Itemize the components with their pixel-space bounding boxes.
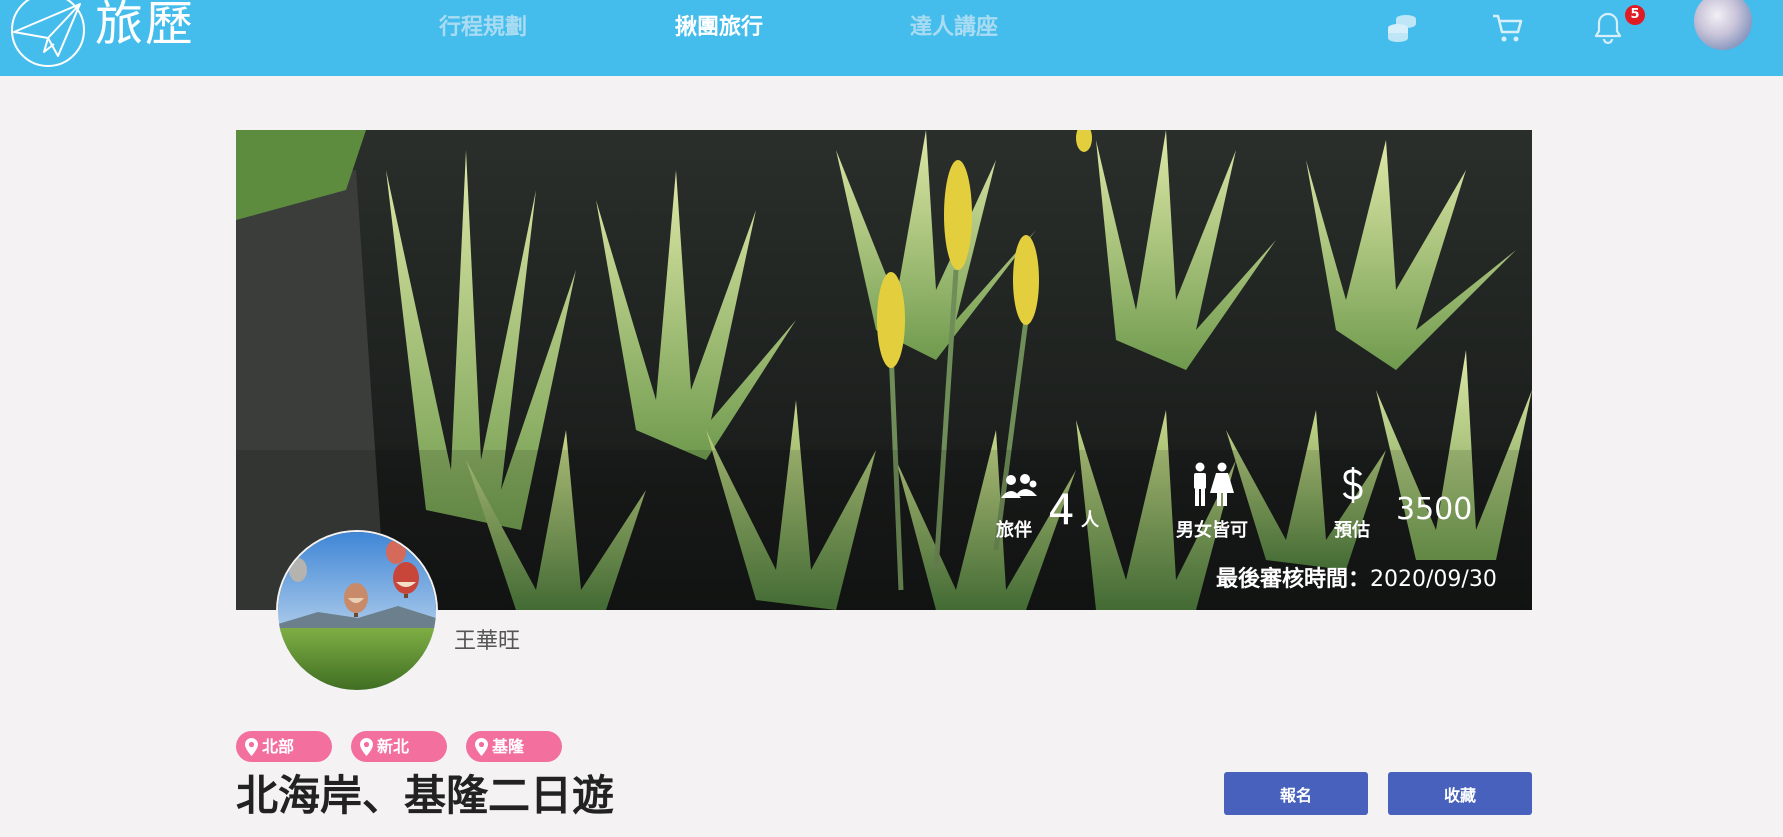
companions-label: 旅伴: [996, 520, 1032, 541]
save-favorite-button[interactable]: 收藏: [1388, 772, 1532, 815]
region-tag-north[interactable]: 北部: [236, 731, 332, 762]
cart-icon[interactable]: [1490, 10, 1526, 46]
coins-icon[interactable]: [1384, 10, 1420, 46]
estimate-price: 3500: [1396, 492, 1473, 527]
review-label: 最後審核時間：: [1216, 567, 1371, 592]
tag-label: 基隆: [492, 737, 525, 756]
region-tag-new-taipei[interactable]: 新北: [351, 731, 447, 762]
region-tag-keelung[interactable]: 基隆: [466, 731, 562, 762]
companions-icon: [1001, 474, 1037, 498]
paper-plane-logo-icon[interactable]: [8, 0, 88, 68]
gender-label: 男女皆可: [1176, 520, 1248, 541]
organizer-name[interactable]: 王華旺: [454, 627, 520, 657]
review-date: 2020/09/30: [1370, 567, 1497, 592]
companions-unit: 人: [1081, 510, 1099, 531]
bell-icon[interactable]: [1590, 10, 1626, 46]
organizer-avatar[interactable]: [276, 530, 438, 692]
last-review-time: 最後審核時間：2020/09/30: [1216, 565, 1497, 595]
tag-label: 新北: [377, 737, 410, 756]
nav-group-travel[interactable]: 揪團旅行: [675, 10, 763, 46]
tag-label: 北部: [262, 737, 295, 756]
top-navbar: 旅歷 行程規劃 揪團旅行 達人講座 5: [0, 0, 1783, 76]
nav-expert-lectures[interactable]: 達人講座: [910, 10, 998, 46]
location-pin-icon: [360, 738, 373, 756]
trip-cover-image: 旅伴 4 人 男女皆可 預估 3500 最後審核時間：2020/09/30: [236, 130, 1532, 610]
dollar-icon: [1342, 467, 1363, 503]
companions-count: 4: [1048, 485, 1075, 534]
hot-air-balloon-photo: [278, 532, 436, 690]
trip-title: 北海岸、基隆二日遊: [236, 771, 615, 820]
user-avatar[interactable]: [1694, 0, 1752, 50]
location-pin-icon: [475, 738, 488, 756]
male-female-icon: [1194, 462, 1234, 506]
location-pin-icon: [245, 738, 258, 756]
estimate-label: 預估: [1334, 520, 1370, 541]
nav-trip-planning[interactable]: 行程規劃: [439, 10, 527, 46]
brand-name[interactable]: 旅歷: [95, 0, 195, 54]
trip-stats-overlay: 旅伴 4 人 男女皆可 預估 3500 最後審核時間：2020/09/30: [236, 130, 1532, 610]
notification-badge: 5: [1625, 5, 1645, 25]
signup-button[interactable]: 報名: [1224, 772, 1368, 815]
